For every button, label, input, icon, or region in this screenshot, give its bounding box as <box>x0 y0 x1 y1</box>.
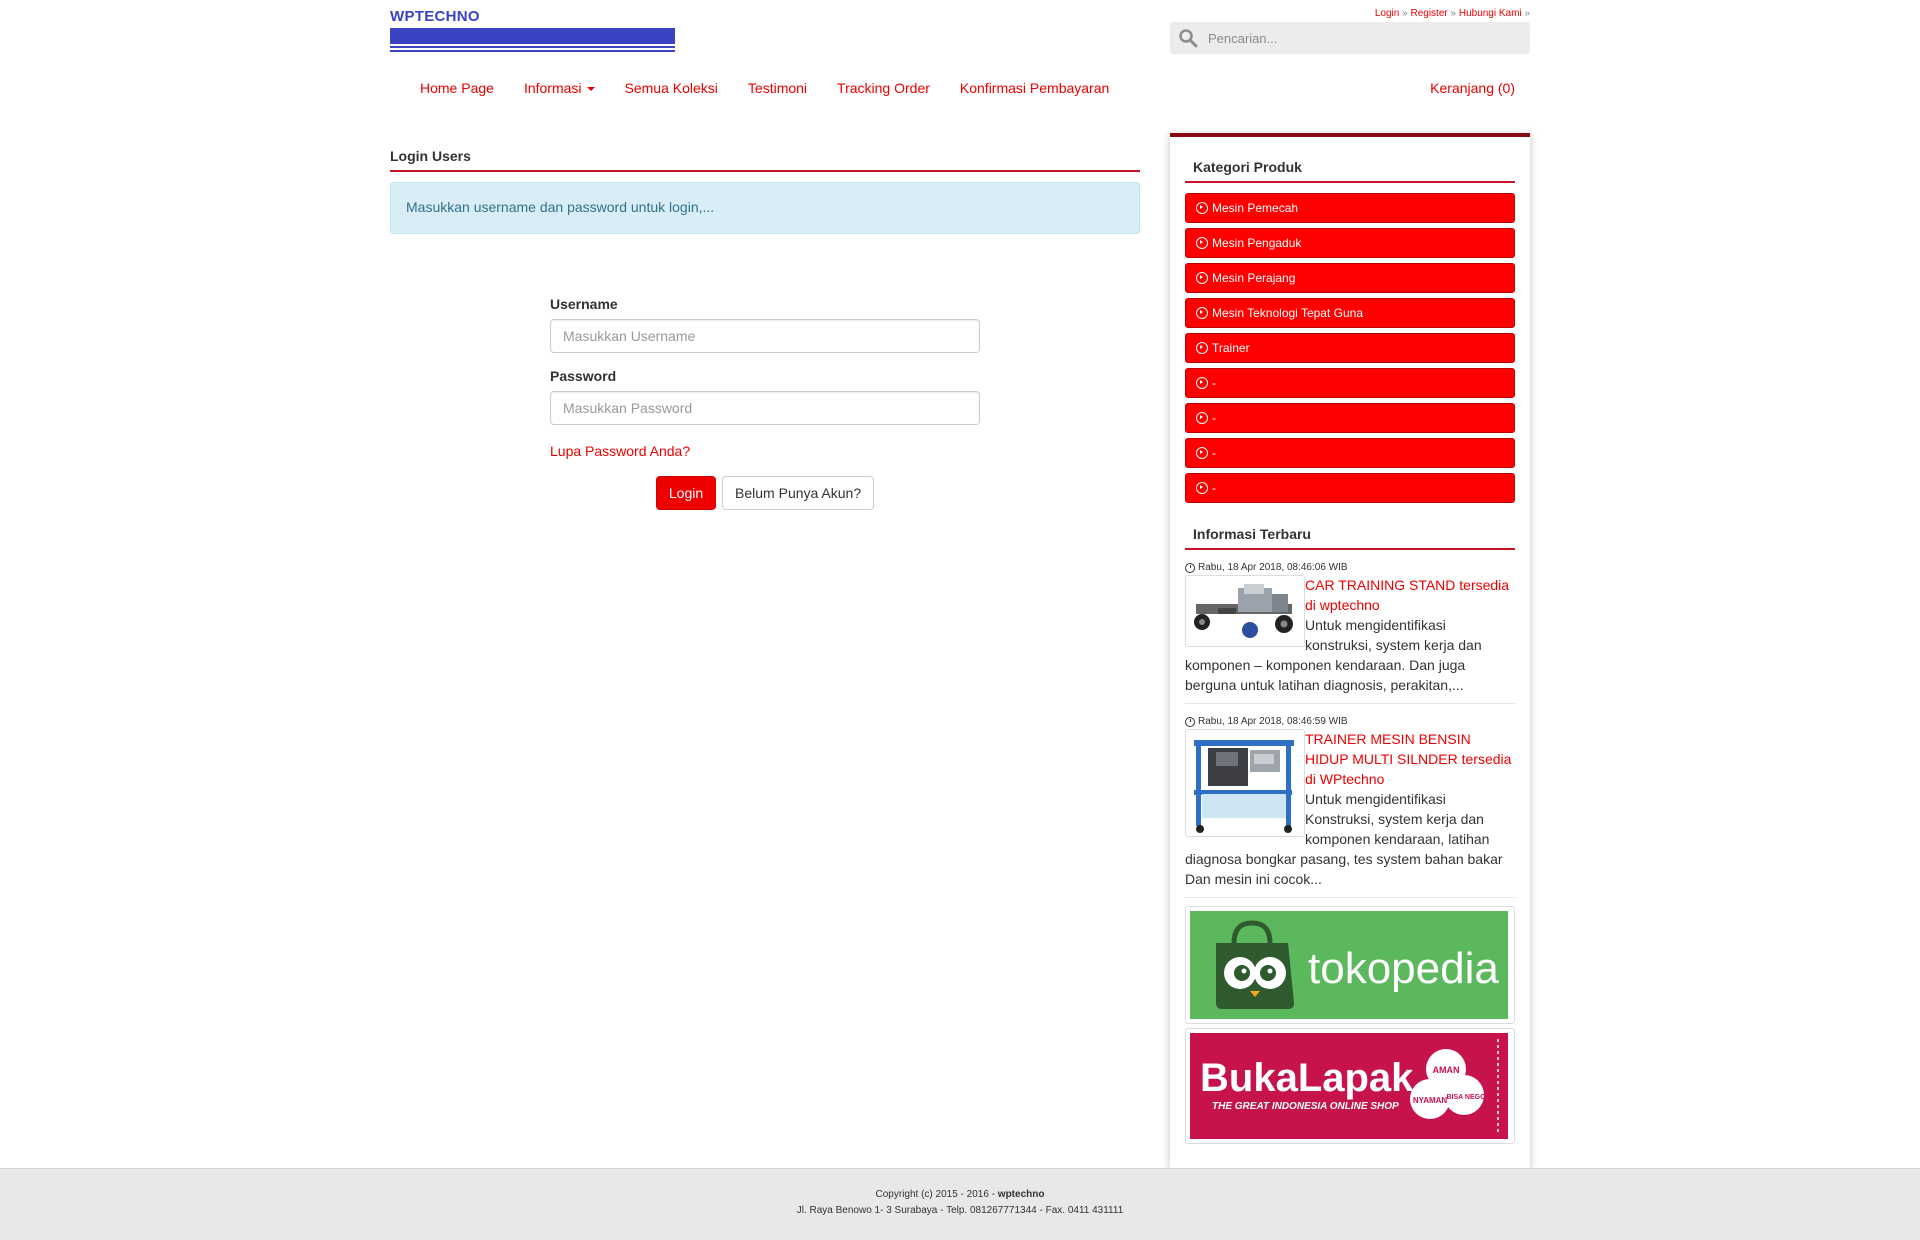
password-input[interactable] <box>550 391 980 425</box>
footer-address: Jl. Raya Benowo 1- 3 Surabaya - Telp. 08… <box>796 1205 1124 1216</box>
news-date-text: Rabu, 18 Apr 2018, 08:46:59 WIB <box>1198 716 1348 727</box>
news-body: TRAINER MESIN BENSIN HIDUP MULTI SILNDER… <box>1185 729 1515 889</box>
play-circle-icon <box>1196 307 1208 319</box>
footer-brand: wptechno <box>997 1189 1045 1200</box>
news-date: Rabu, 18 Apr 2018, 08:46:06 WIB <box>1185 562 1515 573</box>
category-list: Mesin Pemecah Mesin Pengaduk Mesin Peraj… <box>1185 193 1515 503</box>
play-circle-icon <box>1196 377 1208 389</box>
category-item[interactable]: - <box>1185 403 1515 433</box>
nav-informasi-label: Informasi <box>523 80 582 96</box>
car-training-stand-image <box>1188 578 1302 644</box>
play-circle-icon <box>1196 412 1208 424</box>
separator: » <box>1402 8 1408 19</box>
category-item[interactable]: Trainer <box>1185 333 1515 363</box>
category-item[interactable]: Mesin Pemecah <box>1185 193 1515 223</box>
clock-icon <box>1185 562 1195 573</box>
play-circle-icon <box>1196 447 1208 459</box>
bukalapak-banner[interactable]: BukaLapak THE GREAT INDONESIA ONLINE SHO… <box>1185 1028 1515 1144</box>
logo-bar <box>390 28 675 44</box>
news-title-link[interactable]: CAR TRAINING STAND tersedia di wptechno <box>1305 577 1509 613</box>
login-form: Username Password Lupa Password Anda? Lo… <box>550 296 980 510</box>
nav-tracking-order[interactable]: Tracking Order <box>837 80 930 96</box>
separator: » <box>1450 8 1457 19</box>
bukalapak-logo: BukaLapak THE GREAT INDONESIA ONLINE SHO… <box>1190 1033 1508 1139</box>
nav-informasi[interactable]: Informasi <box>524 80 595 96</box>
category-item[interactable]: Mesin Pengaduk <box>1185 228 1515 258</box>
login-button[interactable]: Login <box>655 476 717 510</box>
top-links: Login » Register » Hubungi Kami » <box>1375 8 1530 19</box>
engine-trainer-image <box>1188 732 1302 834</box>
contact-link[interactable]: Hubungi Kami <box>1459 8 1522 19</box>
logo-text: WPTECHNO <box>390 8 480 25</box>
nav-home[interactable]: Home Page <box>420 80 494 96</box>
category-label: Mesin Pemecah <box>1212 201 1299 215</box>
username-input[interactable] <box>550 319 980 353</box>
logo-line <box>390 50 675 52</box>
copyright: Copyright (c) 2015 - 2016 - wptechno <box>0 1187 1920 1203</box>
news-item: Rabu, 18 Apr 2018, 08:46:06 WIB CAR TRAI… <box>1185 550 1515 704</box>
tokopedia-banner[interactable]: tokopedia <box>1185 906 1515 1024</box>
password-label: Password <box>550 368 617 384</box>
play-circle-icon <box>1196 202 1208 214</box>
tokopedia-logo: tokopedia <box>1190 911 1508 1019</box>
bukalapak-tagline: THE GREAT INDONESIA ONLINE SHOP <box>1212 1101 1399 1112</box>
caret-down-icon <box>586 87 595 92</box>
register-button[interactable]: Belum Punya Akun? <box>722 476 875 510</box>
news-title-link[interactable]: TRAINER MESIN BENSIN HIDUP MULTI SILNDER… <box>1305 731 1511 787</box>
play-circle-icon <box>1196 342 1208 354</box>
nav-testimoni[interactable]: Testimoni <box>748 80 807 96</box>
page-title: Login Users <box>390 148 1140 172</box>
logo-line <box>390 46 675 48</box>
news-date: Rabu, 18 Apr 2018, 08:46:59 WIB <box>1185 716 1515 727</box>
cart-link[interactable]: Keranjang (0) <box>1430 80 1515 96</box>
main-content: Login Users Masukkan username dan passwo… <box>390 148 1140 510</box>
play-circle-icon <box>1196 237 1208 249</box>
category-label: - <box>1212 411 1216 425</box>
bukalapak-wordmark: BukaLapak <box>1200 1056 1414 1100</box>
main-nav: Home Page Informasi Semua Koleksi Testim… <box>420 80 1139 96</box>
category-label: - <box>1212 446 1216 460</box>
nav-konfirmasi-pembayaran[interactable]: Konfirmasi Pembayaran <box>960 80 1109 96</box>
register-link[interactable]: Register <box>1410 8 1447 19</box>
news-thumbnail[interactable] <box>1185 729 1305 837</box>
category-label: Mesin Perajang <box>1212 271 1296 285</box>
site-logo[interactable]: WPTECHNO <box>390 8 675 52</box>
badge-aman: AMAN <box>1433 1065 1460 1075</box>
category-label: Mesin Teknologi Tepat Guna <box>1212 306 1363 320</box>
category-item[interactable]: - <box>1185 473 1515 503</box>
news-item: Rabu, 18 Apr 2018, 08:46:59 WIB TRAINER … <box>1185 704 1515 898</box>
separator: » <box>1524 8 1530 19</box>
footer: Copyright (c) 2015 - 2016 - wptechno Jl.… <box>0 1168 1920 1240</box>
play-circle-icon <box>1196 272 1208 284</box>
search-icon[interactable] <box>1178 28 1198 48</box>
play-circle-icon <box>1196 482 1208 494</box>
button-row: Login Belum Punya Akun? <box>550 476 980 510</box>
login-link[interactable]: Login <box>1375 8 1399 19</box>
search-box <box>1170 22 1530 54</box>
category-item[interactable]: Mesin Teknologi Tepat Guna <box>1185 298 1515 328</box>
sidebar: Kategori Produk Mesin Pemecah Mesin Peng… <box>1170 133 1530 1168</box>
category-item[interactable]: Mesin Perajang <box>1185 263 1515 293</box>
news-body: CAR TRAINING STAND tersedia di wptechno … <box>1185 575 1515 695</box>
tokopedia-wordmark: tokopedia <box>1308 944 1499 993</box>
nav-semua-koleksi[interactable]: Semua Koleksi <box>625 80 718 96</box>
category-label: - <box>1212 376 1216 390</box>
forgot-password-link[interactable]: Lupa Password Anda? <box>550 443 980 459</box>
clock-icon <box>1185 716 1195 727</box>
news-date-text: Rabu, 18 Apr 2018, 08:46:06 WIB <box>1198 562 1348 573</box>
category-item[interactable]: - <box>1185 368 1515 398</box>
category-label: Trainer <box>1212 341 1250 355</box>
category-label: Mesin Pengaduk <box>1212 236 1302 250</box>
category-item[interactable]: - <box>1185 438 1515 468</box>
badge-nyaman: NYAMAN <box>1413 1096 1448 1105</box>
category-label: - <box>1212 481 1216 495</box>
news-thumbnail[interactable] <box>1185 575 1305 647</box>
categories-title: Kategori Produk <box>1185 137 1515 183</box>
username-label: Username <box>550 296 618 312</box>
info-alert: Masukkan username dan password untuk log… <box>390 182 1140 234</box>
news-title: Informasi Terbaru <box>1185 508 1515 550</box>
copyright-text: Copyright (c) 2015 - 2016 - <box>875 1189 998 1200</box>
badge-bisa-nego: BISA NEGO <box>1446 1094 1486 1101</box>
search-input[interactable] <box>1208 22 1518 54</box>
